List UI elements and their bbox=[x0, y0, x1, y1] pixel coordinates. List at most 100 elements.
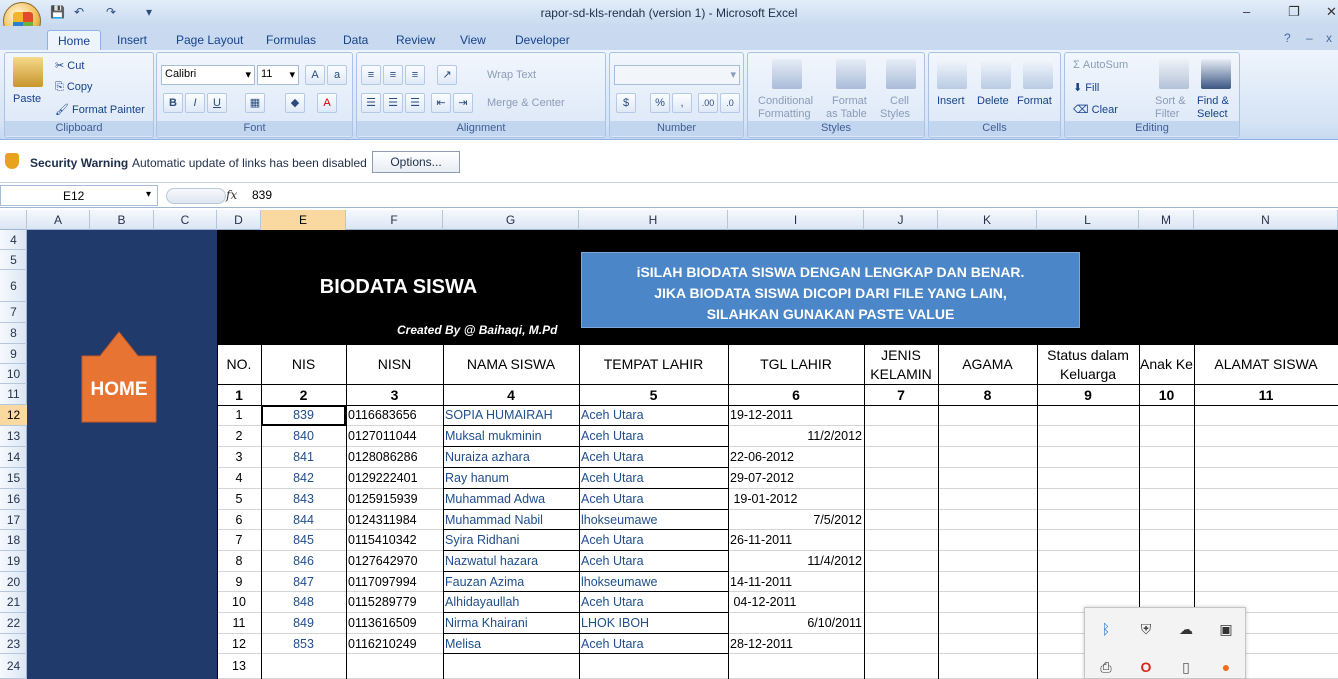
italic-button[interactable]: I bbox=[185, 93, 205, 113]
row-header-22[interactable]: 22 bbox=[0, 613, 27, 634]
home-button[interactable] bbox=[80, 330, 158, 424]
paste-button[interactable]: Paste bbox=[13, 93, 41, 105]
redo-icon[interactable]: ↷ bbox=[106, 5, 116, 21]
row-header-8[interactable]: 8 bbox=[0, 323, 27, 344]
student-nis-cell[interactable]: 840 bbox=[263, 426, 344, 447]
row-header-9[interactable]: 9 bbox=[0, 344, 27, 364]
chevron-down-icon[interactable]: ▾ bbox=[146, 189, 151, 200]
student-nis-cell[interactable]: 844 bbox=[263, 510, 344, 530]
opera-icon[interactable]: O bbox=[1135, 656, 1157, 678]
row-header-7[interactable]: 7 bbox=[0, 302, 27, 323]
clear-button[interactable]: ⌫ Clear bbox=[1073, 103, 1118, 116]
tab-home[interactable]: Home bbox=[47, 30, 102, 50]
format-button[interactable]: Format bbox=[1017, 95, 1052, 107]
options-button[interactable]: Options... bbox=[372, 151, 460, 173]
cell-styles-icon[interactable] bbox=[886, 59, 916, 89]
help-icon[interactable]: ? bbox=[1284, 31, 1291, 45]
column-header-E[interactable]: E bbox=[261, 210, 346, 230]
tab-formulas[interactable]: Formulas bbox=[256, 30, 326, 50]
find-select-icon[interactable] bbox=[1201, 59, 1231, 89]
sort-filter-icon[interactable] bbox=[1159, 59, 1189, 89]
tab-review[interactable]: Review bbox=[386, 30, 445, 50]
align-middle-button[interactable]: ≡ bbox=[383, 65, 403, 85]
restore-button[interactable]: ❐ bbox=[1288, 4, 1300, 20]
insert-button[interactable]: Insert bbox=[937, 95, 965, 107]
fill-color-button[interactable]: ◆ bbox=[285, 93, 305, 113]
insert-function-icon[interactable]: fx bbox=[226, 188, 237, 202]
increase-indent-button[interactable]: ⇥ bbox=[453, 93, 473, 113]
student-nis-cell[interactable]: 843 bbox=[263, 489, 344, 510]
underline-button[interactable]: U bbox=[207, 93, 227, 113]
cloud-icon[interactable]: ☁ bbox=[1175, 618, 1197, 640]
font-size-select[interactable]: 11 ▾ bbox=[257, 65, 299, 85]
student-nis-cell[interactable]: 846 bbox=[263, 551, 344, 572]
column-header-L[interactable]: L bbox=[1037, 210, 1139, 230]
row-header-19[interactable]: 19 bbox=[0, 551, 27, 572]
student-nis-cell[interactable]: 847 bbox=[263, 572, 344, 592]
bluetooth-icon[interactable]: ᛒ bbox=[1095, 618, 1117, 640]
align-left-button[interactable]: ☰ bbox=[361, 93, 381, 113]
row-header-14[interactable]: 14 bbox=[0, 447, 27, 468]
tab-view[interactable]: View bbox=[450, 30, 496, 50]
delete-button[interactable]: Delete bbox=[977, 95, 1009, 107]
merge-center-button[interactable]: Merge & Center bbox=[487, 97, 565, 109]
align-bottom-button[interactable]: ≡ bbox=[405, 65, 425, 85]
column-header-I[interactable]: I bbox=[728, 210, 864, 230]
cut-button[interactable]: ✂ Cut bbox=[55, 59, 84, 72]
tab-data[interactable]: Data bbox=[333, 30, 378, 50]
fill-button[interactable]: ⬇ Fill bbox=[1073, 81, 1099, 94]
copy-button[interactable]: ⎘ Copy bbox=[55, 81, 93, 94]
paste-icon[interactable] bbox=[13, 57, 43, 87]
row-header-21[interactable]: 21 bbox=[0, 592, 27, 613]
usb-icon[interactable]: ▯ bbox=[1175, 656, 1197, 678]
row-header-18[interactable]: 18 bbox=[0, 530, 27, 551]
tab-page-layout[interactable]: Page Layout bbox=[166, 30, 253, 50]
row-header-11[interactable]: 11 bbox=[0, 384, 27, 405]
close-button[interactable]: ✕ bbox=[1326, 4, 1337, 20]
column-header-D[interactable]: D bbox=[217, 210, 261, 230]
percent-button[interactable]: % bbox=[650, 93, 670, 113]
ribbon-close-icon[interactable]: x bbox=[1326, 31, 1332, 45]
bold-button[interactable]: B bbox=[163, 93, 183, 113]
minimize-button[interactable]: – bbox=[1243, 4, 1250, 19]
comma-button[interactable]: , bbox=[672, 93, 692, 113]
row-header-6[interactable]: 6 bbox=[0, 270, 27, 302]
column-header-A[interactable]: A bbox=[27, 210, 90, 230]
increase-decimal-button[interactable]: .00 bbox=[698, 93, 718, 113]
decrease-decimal-button[interactable]: .0 bbox=[720, 93, 740, 113]
column-header-K[interactable]: K bbox=[938, 210, 1037, 230]
currency-button[interactable]: $ bbox=[616, 93, 636, 113]
student-nis-cell[interactable]: 853 bbox=[263, 634, 344, 654]
row-header-15[interactable]: 15 bbox=[0, 468, 27, 489]
column-header-F[interactable]: F bbox=[346, 210, 443, 230]
row-header-20[interactable]: 20 bbox=[0, 572, 27, 592]
formula-bar-resize-handle[interactable] bbox=[166, 188, 226, 204]
borders-button[interactable]: ▦ bbox=[245, 93, 265, 113]
shield-icon[interactable]: ⛨ bbox=[1135, 618, 1157, 640]
customize-qat-icon[interactable]: ▾ bbox=[146, 5, 152, 21]
student-nis-cell[interactable]: 845 bbox=[263, 530, 344, 551]
save-icon[interactable]: 💾 bbox=[50, 5, 65, 21]
student-nis-cell[interactable] bbox=[263, 654, 344, 679]
row-header-17[interactable]: 17 bbox=[0, 510, 27, 530]
column-header-N[interactable]: N bbox=[1194, 210, 1338, 230]
undo-icon[interactable]: ↶ bbox=[74, 5, 84, 21]
row-header-10[interactable]: 10 bbox=[0, 364, 27, 384]
student-nis-cell[interactable]: 841 bbox=[263, 447, 344, 468]
align-center-button[interactable]: ☰ bbox=[383, 93, 403, 113]
conditional-formatting-icon[interactable] bbox=[772, 59, 802, 89]
column-header-H[interactable]: H bbox=[579, 210, 728, 230]
row-header-5[interactable]: 5 bbox=[0, 250, 27, 270]
student-nis-cell[interactable]: 849 bbox=[263, 613, 344, 634]
column-header-G[interactable]: G bbox=[443, 210, 579, 230]
active-cell[interactable] bbox=[261, 405, 346, 426]
network-icon[interactable]: ▣ bbox=[1215, 618, 1237, 640]
shrink-font-button[interactable]: a bbox=[327, 65, 347, 85]
grow-font-button[interactable]: A bbox=[305, 65, 325, 85]
row-header-4[interactable]: 4 bbox=[0, 230, 27, 250]
number-format-select[interactable]: ▾ bbox=[614, 65, 740, 85]
column-header-M[interactable]: M bbox=[1139, 210, 1194, 230]
name-box[interactable]: E12 ▾ bbox=[0, 185, 158, 206]
tab-developer[interactable]: Developer bbox=[505, 30, 580, 50]
font-color-button[interactable]: A bbox=[317, 93, 337, 113]
